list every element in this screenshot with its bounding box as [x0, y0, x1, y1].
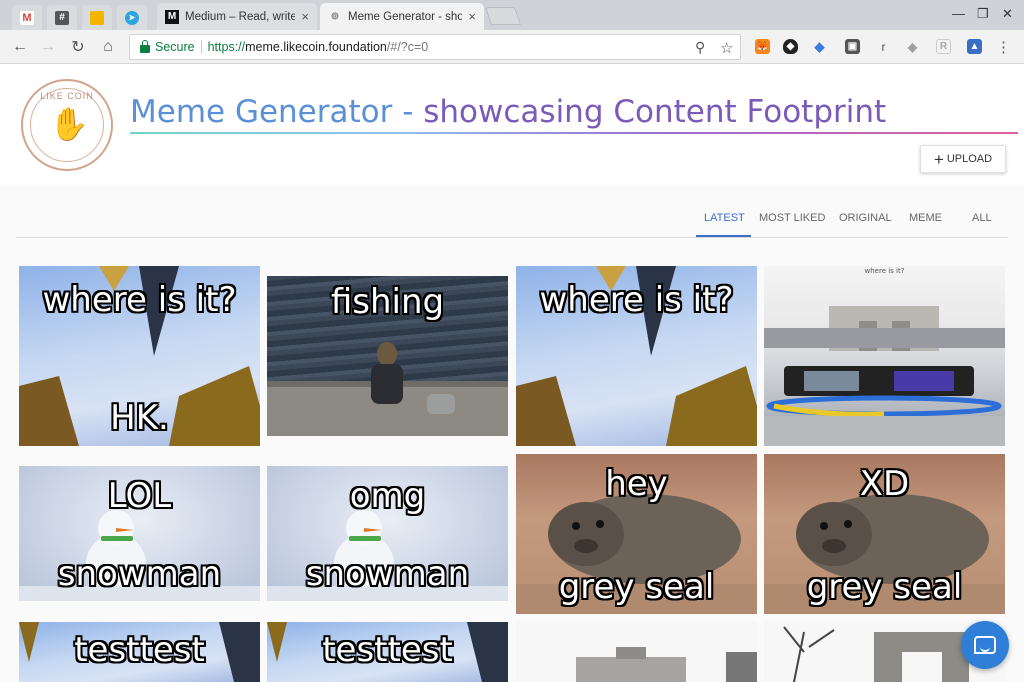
zoom-icon[interactable]: ⚲	[695, 39, 705, 56]
meme-top-text: fishing	[330, 282, 445, 322]
r-icon[interactable]: r	[876, 39, 891, 54]
tab-title: Meme Generator - showcasing Content Foot…	[348, 10, 463, 23]
tab-meme-generator[interactable]: ⊚ Meme Generator - showcasing Content Fo…	[320, 3, 484, 30]
secure-label: Secure	[155, 40, 195, 54]
meme-card[interactable]: where is it? HK.	[19, 266, 260, 446]
meme-bottom-text: snowman	[305, 554, 470, 594]
arch-scene-image	[576, 647, 757, 682]
meme-card[interactable]: XD grey seal	[764, 454, 1005, 614]
minimize-icon[interactable]: —	[952, 6, 965, 21]
meme-card[interactable]: testtest	[19, 622, 260, 682]
chat-icon	[974, 636, 996, 654]
ethereum-icon[interactable]: ◆	[812, 39, 827, 54]
meme-top-text: where is it?	[864, 267, 905, 275]
meme-bottom-text: grey seal	[806, 567, 963, 607]
meme-card[interactable]: omg snowman	[267, 466, 508, 601]
meme-card[interactable]: where is it?	[516, 266, 757, 446]
meme-top-text: where is it?	[539, 280, 734, 320]
address-divider	[200, 40, 202, 54]
pinned-tab-gmail[interactable]: M	[12, 5, 42, 30]
vault-icon[interactable]: ▣	[845, 39, 860, 54]
home-icon[interactable]: ⌂	[98, 37, 118, 57]
pinned-tab-telegram[interactable]: ➤	[117, 5, 147, 30]
url-host: meme.likecoin.foundation	[245, 40, 387, 54]
meme-top-text: testtest	[74, 630, 205, 670]
bookmark-star-icon[interactable]: ☆	[720, 39, 733, 57]
keep-icon	[90, 10, 104, 25]
meme-top-text: XD	[859, 464, 910, 504]
meme-card[interactable]: testtest	[267, 622, 508, 682]
hash-icon: #	[55, 10, 69, 25]
url-path: /#/?c=0	[386, 40, 429, 54]
back-icon[interactable]: ←	[10, 37, 30, 57]
meme-top-text: hey	[605, 464, 668, 504]
meme-top-text: where is it?	[42, 280, 237, 320]
readability-icon[interactable]: R	[936, 39, 951, 54]
url-scheme: https://	[207, 40, 246, 54]
reload-icon[interactable]: ↻	[68, 37, 88, 57]
meme-card[interactable]	[516, 622, 757, 682]
meme-card[interactable]: where is it?	[764, 266, 1005, 446]
chat-launcher-button[interactable]	[961, 621, 1009, 669]
meme-card[interactable]: fishing	[267, 276, 508, 436]
meme-generator-page: LIKE COIN ✋ Meme Generator - showcasing …	[0, 64, 1024, 682]
meme-top-text: LOL	[107, 476, 172, 516]
chrome-menu-icon[interactable]: ⋮	[996, 39, 1011, 56]
tab-title: Medium – Read, write and share stories	[185, 10, 296, 23]
pinned-tab-keep[interactable]	[82, 5, 112, 30]
telegram-icon: ➤	[125, 10, 139, 25]
pinned-tab-slack[interactable]: #	[47, 5, 77, 30]
browser-tab-strip: M # ➤ M Medium – Read, write and share s…	[0, 0, 1024, 30]
meme-top-text: testtest	[322, 630, 453, 670]
shield-dark-icon[interactable]: ◆	[783, 39, 798, 54]
meme-top-text: omg	[349, 476, 426, 516]
lock-icon	[140, 39, 150, 53]
meme-bottom-text: grey seal	[558, 567, 715, 607]
meme-grid: where is it? HK. fishing where is it? wh…	[0, 64, 1024, 682]
new-tab-button[interactable]	[485, 7, 521, 25]
close-window-icon[interactable]: ✕	[1002, 6, 1013, 22]
photo-icon[interactable]: ▲	[967, 39, 982, 54]
meme-card[interactable]: LOL snowman	[19, 466, 260, 601]
privacy-badger-icon[interactable]: ◈	[905, 39, 920, 54]
tab-medium[interactable]: M Medium – Read, write and share stories…	[157, 3, 317, 30]
meme-card[interactable]: hey grey seal	[516, 454, 757, 614]
meme-bottom-text: snowman	[57, 554, 222, 594]
medium-favicon-icon: M	[165, 9, 179, 24]
tab-close-icon[interactable]: ×	[468, 9, 476, 24]
tab-close-icon[interactable]: ×	[301, 9, 309, 24]
plaza-scene-image	[764, 306, 1005, 446]
maximize-icon[interactable]: ❐	[977, 6, 989, 22]
likecoin-favicon-icon: ⊚	[330, 11, 340, 22]
browser-toolbar: ← → ↻ ⌂ Secure https:// meme.likecoin.fo…	[0, 30, 1024, 64]
metamask-icon[interactable]: 🦊	[755, 39, 770, 54]
forward-icon[interactable]: →	[38, 37, 58, 57]
address-bar[interactable]: Secure https:// meme.likecoin.foundation…	[129, 34, 741, 60]
gmail-icon: M	[20, 10, 34, 25]
meme-bottom-text: HK.	[110, 398, 169, 438]
